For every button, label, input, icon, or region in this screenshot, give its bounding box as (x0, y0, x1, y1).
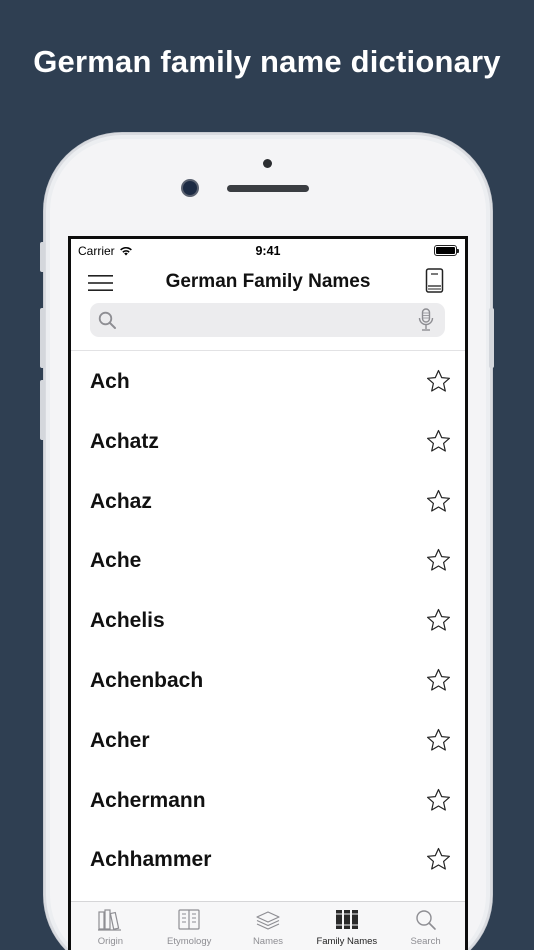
microphone-icon[interactable] (418, 308, 434, 332)
favorite-star-icon[interactable] (426, 847, 451, 872)
status-bar: Carrier 9:41 (71, 239, 465, 261)
tab-label: Search (410, 936, 441, 947)
list-item[interactable]: Ach (71, 351, 465, 411)
tab-etymology[interactable]: Etymology (150, 902, 229, 950)
list-item[interactable]: Ache (71, 530, 465, 590)
power-button (489, 308, 494, 368)
search-bar (90, 303, 445, 337)
family-name-label: Achermann (90, 788, 206, 812)
favorite-star-icon[interactable] (426, 788, 451, 813)
family-name-label: Ache (90, 549, 142, 573)
bookshelf-icon (335, 910, 358, 929)
list-item[interactable]: Acher (71, 710, 465, 770)
volume-up-button (40, 308, 45, 368)
list-item[interactable]: Achenbach (71, 650, 465, 710)
family-name-list: Ach Achatz Achaz Ache Achelis Achenbach … (71, 351, 465, 889)
earpiece-speaker (227, 185, 309, 192)
battery-icon (434, 245, 459, 256)
favorite-star-icon[interactable] (426, 489, 451, 514)
front-camera (183, 181, 197, 195)
book-icon[interactable] (425, 268, 445, 294)
tab-origin[interactable]: Origin (71, 902, 150, 950)
layers-icon (256, 911, 280, 930)
navigation-bar: German Family Names (71, 261, 465, 305)
family-name-label: Ach (90, 370, 130, 393)
family-name-label: Achenbach (90, 668, 204, 692)
family-name-label: Achatz (90, 429, 159, 453)
page-title: German Family Names (165, 271, 371, 292)
family-name-label: Achaz (90, 489, 152, 513)
search-icon (98, 311, 116, 329)
tab-bar: Origin Etymology Names Family Names Sear… (71, 901, 465, 950)
favorite-star-icon[interactable] (426, 369, 451, 394)
family-name-label: Acher (90, 728, 150, 752)
tab-label: Etymology (167, 936, 212, 947)
tab-family-names[interactable]: Family Names (307, 902, 386, 950)
tab-search[interactable]: Search (386, 902, 465, 950)
tab-label: Family Names (316, 936, 378, 947)
search-icon (415, 910, 436, 930)
books-icon (98, 909, 122, 931)
search-input[interactable] (126, 303, 406, 337)
favorite-star-icon[interactable] (426, 608, 451, 633)
status-time: 9:41 (255, 244, 281, 258)
list-item[interactable]: Achhammer (71, 829, 465, 889)
favorite-star-icon[interactable] (426, 548, 451, 573)
dictionary-icon (178, 909, 200, 930)
list-item[interactable]: Achaz (71, 471, 465, 531)
family-name-label: Achelis (90, 609, 165, 633)
list-item[interactable]: Achatz (71, 411, 465, 471)
favorite-star-icon[interactable] (426, 728, 451, 753)
tab-label: Names (252, 936, 284, 947)
volume-down-button (40, 380, 45, 440)
list-item[interactable]: Achelis (71, 590, 465, 650)
tab-names[interactable]: Names (229, 902, 308, 950)
promo-headline: German family name dictionary (33, 44, 501, 79)
favorite-star-icon[interactable] (426, 429, 451, 454)
app-screen: Carrier 9:41 German Family Names Ach Ach… (68, 236, 468, 950)
proximity-sensor (263, 159, 272, 168)
list-item[interactable]: Achermann (71, 770, 465, 830)
mute-switch (40, 242, 45, 272)
favorite-star-icon[interactable] (426, 668, 451, 693)
tab-label: Origin (97, 936, 124, 947)
family-name-label: Achhammer (90, 848, 212, 872)
